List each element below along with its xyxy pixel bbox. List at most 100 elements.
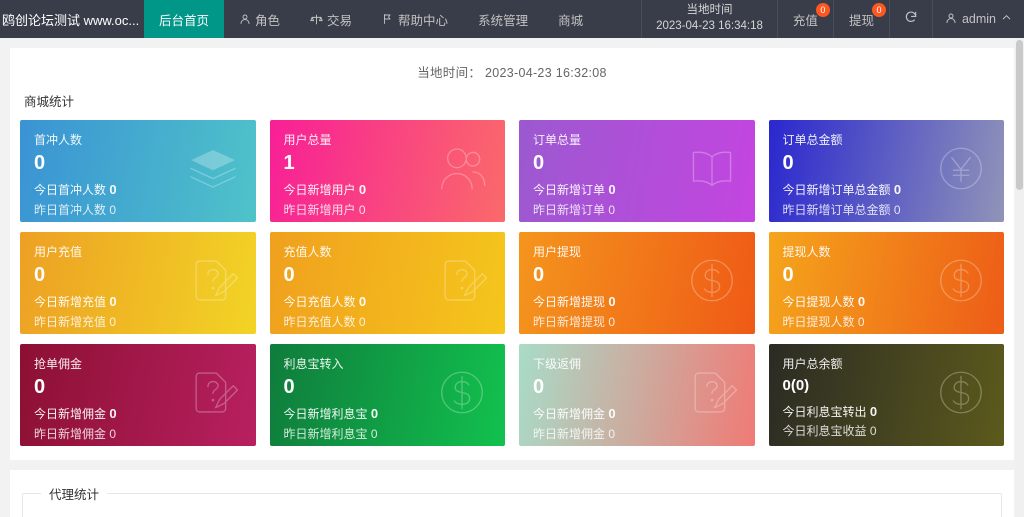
nav-item-label: 交易	[327, 13, 353, 28]
stat-card-value: 1	[283, 152, 295, 175]
withdraw-label: 提现	[848, 13, 874, 28]
nav-item-3[interactable]: 交易	[295, 0, 367, 38]
stat-card-today-value: 0	[893, 182, 902, 198]
stat-card-title: 订单总量	[533, 133, 582, 147]
local-time-display: 当地时间： 2023-04-23 16:32:08	[20, 58, 1004, 89]
stat-card-today: 今日充值人数 0	[284, 292, 492, 312]
nav-item-label: 商城	[558, 13, 584, 28]
stat-card-today-label: 今日新增提现	[533, 295, 606, 310]
withdraw-badge: 0	[871, 3, 886, 17]
stat-card-yesterday-value: 0	[370, 426, 378, 441]
stat-card-yesterday-value: 0	[608, 202, 616, 217]
stat-card-today-value: 0	[608, 406, 616, 422]
stat-card-yesterday-label: 昨日提现人数	[782, 314, 855, 329]
stat-card-yesterday-value: 0	[358, 202, 366, 217]
stat-card[interactable]: 用户总余额 0(0) 今日利息宝转出 0 今日利息宝收益 0	[768, 344, 1004, 446]
stat-card-yesterday: 昨日新增充值 0	[34, 313, 242, 332]
nav-item-6[interactable]: 商城	[543, 0, 598, 38]
stat-card-title: 下级返佣	[533, 357, 582, 371]
stat-card-value: 0	[782, 152, 794, 175]
server-time-display: 当地时间 2023-04-23 16:34:18	[641, 0, 778, 38]
recharge-button[interactable]: 充值 0	[778, 0, 834, 38]
stat-card-today-label: 今日新增充值	[34, 295, 107, 310]
stat-card-value: 0	[34, 376, 46, 399]
stat-card-today-value: 0	[857, 294, 866, 310]
stat-card-today-label: 今日利息宝转出	[782, 404, 867, 419]
stat-card-yesterday-value: 0	[358, 314, 366, 329]
stat-card-value: 0	[283, 376, 295, 399]
scale-icon	[310, 13, 323, 26]
stat-card-today-value: 0	[358, 294, 367, 310]
stat-card-today: 今日新增用户 0	[284, 180, 492, 200]
stat-card-value: 0	[533, 376, 545, 399]
stat-card-yesterday: 昨日新增佣金 0	[533, 425, 741, 444]
stat-card-title: 充值人数	[283, 245, 332, 259]
stat-card-today-value: 0	[370, 406, 379, 422]
stat-card[interactable]: 充值人数 0 今日充值人数 0 昨日充值人数 0	[269, 232, 505, 334]
nav-item-4[interactable]: 帮助中心	[367, 0, 463, 38]
stat-card-yesterday-value: 0	[893, 202, 901, 217]
stat-card-today-label: 今日新增利息宝	[283, 407, 368, 422]
stat-card[interactable]: 下级返佣 0 今日新增佣金 0 昨日新增佣金 0	[519, 344, 755, 446]
nav-item-1[interactable]: 后台首页	[144, 0, 225, 38]
stat-card-today: 今日新增订单总金额 0	[783, 180, 991, 200]
agent-statistics-panel: 代理统计 统计时间 搜索 www.ocbbs.com	[10, 470, 1014, 517]
nav-item-2[interactable]: 角色	[224, 0, 295, 38]
withdraw-button[interactable]: 提现 0	[834, 0, 890, 38]
server-time-label: 当地时间	[686, 4, 733, 17]
refresh-icon	[904, 10, 918, 29]
stat-card[interactable]: 提现人数 0 今日提现人数 0 昨日提现人数 0	[768, 232, 1004, 334]
stat-card-yesterday: 昨日新增用户 0	[284, 201, 492, 220]
stat-card-yesterday: 昨日提现人数 0	[783, 313, 991, 332]
stat-card-title: 利息宝转入	[283, 357, 344, 371]
stat-card[interactable]: 用户充值 0 今日新增充值 0 昨日新增充值 0	[20, 232, 256, 334]
stat-card-title: 提现人数	[782, 245, 831, 259]
nav-item-5[interactable]: 系统管理	[463, 0, 543, 38]
stat-card-today-label: 今日新增订单	[533, 183, 606, 198]
agent-stats-legend: 代理统计	[49, 488, 100, 502]
stat-card-value: 0	[533, 152, 545, 175]
stat-card[interactable]: 订单总金额 0 今日新增订单总金额 0 昨日新增订单总金额 0	[768, 120, 1004, 222]
stat-card-value: 0	[34, 152, 46, 175]
recharge-label: 充值	[792, 13, 818, 28]
topbar-right-group: 当地时间 2023-04-23 16:34:18 充值 0 提现 0 admin	[641, 0, 1024, 38]
stat-card-yesterday: 昨日新增佣金 0	[34, 425, 242, 444]
stat-card-today-value: 0	[109, 406, 117, 422]
stat-card-yesterday-label: 昨日充值人数	[283, 314, 356, 329]
stat-card[interactable]: 用户总量 1 今日新增用户 0 昨日新增用户 0	[269, 120, 505, 222]
user-menu[interactable]: admin	[933, 0, 1024, 38]
site-logo[interactable]: 鸥创论坛测试 www.oc...	[0, 0, 144, 38]
local-time-value: 2023-04-23 16:32:08	[485, 66, 607, 80]
stat-card-today-value: 0	[869, 403, 878, 419]
stat-card-yesterday-label: 昨日首冲人数	[34, 202, 107, 217]
flag-icon	[382, 13, 394, 25]
stat-card-title: 抢单佣金	[34, 357, 83, 371]
stat-card-title: 首冲人数	[34, 133, 83, 147]
stat-card-yesterday-value: 0	[869, 424, 877, 439]
stat-card-yesterday-label: 昨日新增订单	[533, 202, 606, 217]
stat-card[interactable]: 利息宝转入 0 今日新增利息宝 0 昨日新增利息宝 0	[269, 344, 505, 446]
stat-card[interactable]: 订单总量 0 今日新增订单 0 昨日新增订单 0	[519, 120, 755, 222]
stat-card[interactable]: 抢单佣金 0 今日新增佣金 0 昨日新增佣金 0	[20, 344, 256, 446]
stat-card-yesterday-value: 0	[608, 426, 616, 441]
stat-card-yesterday: 昨日新增提现 0	[533, 313, 741, 332]
server-time-value: 2023-04-23 16:34:18	[656, 20, 763, 32]
stat-card-today-value: 0	[109, 182, 117, 198]
user-name: admin	[961, 12, 996, 26]
stat-card[interactable]: 首冲人数 0 今日首冲人数 0 昨日首冲人数 0	[20, 120, 256, 222]
stat-card[interactable]: 用户提现 0 今日新增提现 0 昨日新增提现 0	[519, 232, 755, 334]
stat-card-yesterday-label: 昨日新增利息宝	[283, 426, 368, 441]
chevron-up-icon	[1001, 12, 1012, 26]
stat-card-yesterday: 昨日新增订单 0	[533, 201, 741, 220]
stat-card-yesterday-value: 0	[109, 202, 117, 217]
nav-item-label: 系统管理	[478, 13, 529, 28]
stat-card-yesterday-label: 昨日新增提现	[533, 314, 606, 329]
top-navigation-bar: 鸥创论坛测试 www.oc... 后台首页 角色 交易 帮助中心 系统管理 商城 当地时间…	[0, 0, 1024, 38]
stat-card-title: 用户总余额	[782, 357, 843, 371]
page-scrollbar-thumb[interactable]	[1016, 40, 1023, 190]
stat-card-yesterday: 昨日新增利息宝 0	[284, 425, 492, 444]
stat-card-today-label: 今日提现人数	[782, 295, 855, 310]
stat-card-title: 用户提现	[533, 245, 582, 259]
refresh-button[interactable]	[890, 0, 933, 38]
agent-stats-fieldset: 代理统计 统计时间 搜索	[22, 484, 1002, 517]
